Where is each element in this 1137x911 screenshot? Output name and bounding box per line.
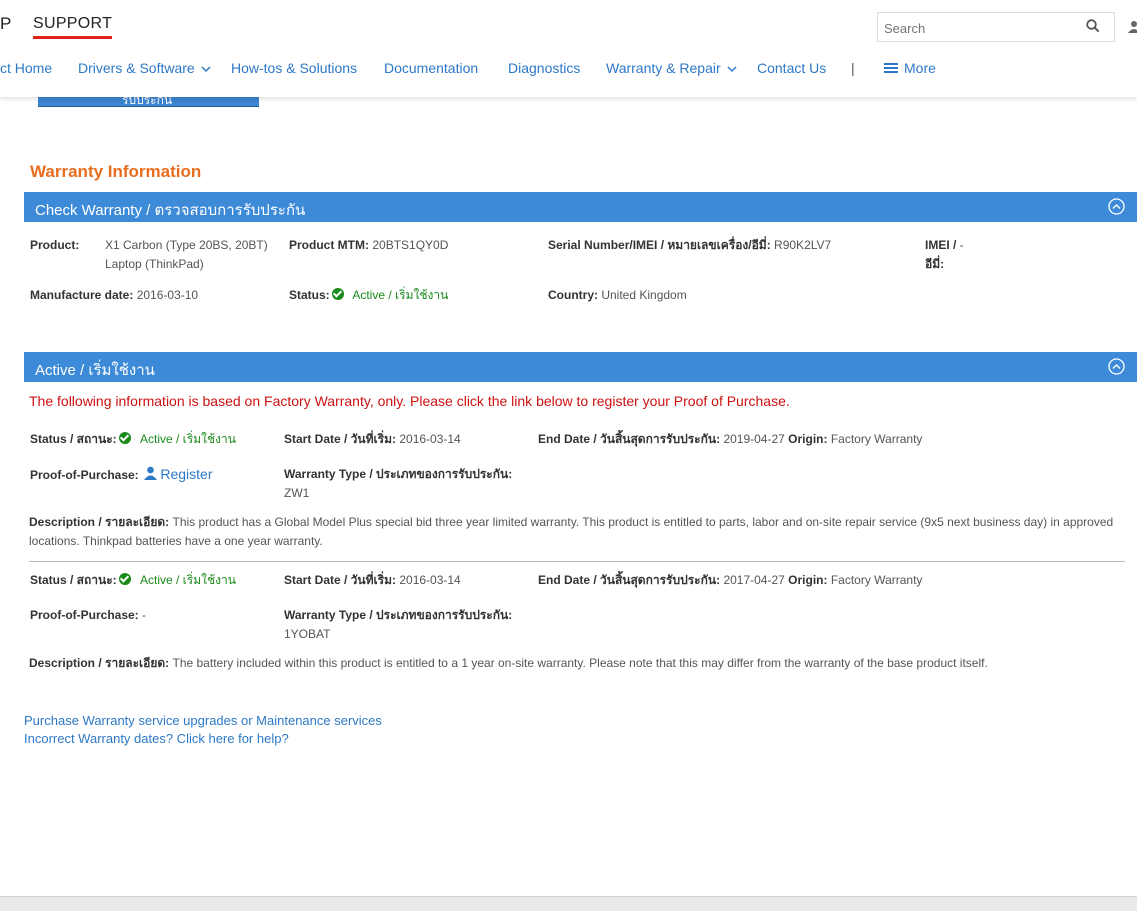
- footer-strip: [0, 896, 1137, 911]
- nav-label: Drivers & Software: [78, 60, 195, 76]
- register-link[interactable]: Register: [160, 466, 212, 482]
- site-header: P SUPPORT ct Home Drivers & Software How…: [0, 0, 1137, 97]
- nav-drivers-software[interactable]: Drivers & Software: [78, 60, 211, 76]
- status-badge: Active / เริ่มใช้งาน: [140, 432, 236, 446]
- nav-diagnostics[interactable]: Diagnostics: [508, 60, 580, 76]
- entry-end-date: End Date / วันสิ้นสุดการรับประกัน: 2019-…: [538, 432, 923, 446]
- check-warranty-bar[interactable]: Check Warranty / ตรวจสอบการรับประกัน: [24, 192, 1137, 222]
- chevron-down-icon: [726, 66, 737, 72]
- check-warranty-title: Check Warranty / ตรวจสอบการรับประกัน: [35, 202, 306, 219]
- product-mtm: Product MTM: 20BTS1QY0D: [289, 238, 449, 252]
- hamburger-icon: [884, 63, 898, 74]
- entry-divider: [29, 561, 1125, 562]
- nav-more[interactable]: More: [884, 60, 936, 76]
- serial-number: Serial Number/IMEI / หมายเลขเครื่อง/อีมี…: [548, 238, 832, 252]
- entry-start-date: Start Date / วันที่เริ่ม: 2016-03-14: [284, 573, 461, 587]
- entry-proof-of-purchase: Proof-of-Purchase: -: [30, 608, 147, 622]
- search-input[interactable]: [882, 17, 1076, 39]
- nav-howtos[interactable]: How-tos & Solutions: [231, 60, 357, 76]
- user-icon[interactable]: [144, 466, 158, 480]
- warranty-information-title: Warranty Information: [30, 162, 202, 181]
- search-icon[interactable]: [1086, 19, 1100, 38]
- support-title[interactable]: SUPPORT: [33, 15, 113, 39]
- status: Status: Active / เริ่มใช้งาน: [289, 288, 449, 302]
- collapse-icon[interactable]: [1108, 358, 1125, 380]
- active-bar[interactable]: Active / เริ่มใช้งาน: [24, 352, 1137, 382]
- active-title: Active / เริ่มใช้งาน: [35, 362, 155, 379]
- status-badge: Active / เริ่มใช้งาน: [140, 573, 236, 587]
- entry-status: Status / สถานะ: Active / เริ่มใช้งาน: [30, 573, 236, 587]
- check-circle-icon: [118, 432, 131, 444]
- brand-logo-fragment[interactable]: P: [0, 14, 11, 34]
- warranty-links: Purchase Warranty service upgrades or Ma…: [24, 712, 382, 748]
- entry-proof-of-purchase: Proof-of-Purchase: Register: [30, 466, 213, 482]
- product-value: X1 Carbon (Type 20BS, 20BT) Laptop (Thin…: [105, 236, 268, 274]
- product-value-line1: X1 Carbon (Type 20BS, 20BT): [105, 238, 268, 252]
- imei: IMEI / - อีมี่:: [925, 238, 964, 271]
- entry-status: Status / สถานะ: Active / เริ่มใช้งาน: [30, 432, 236, 446]
- nav-contact-us[interactable]: Contact Us: [757, 60, 826, 76]
- user-icon[interactable]: [1128, 20, 1137, 39]
- factory-warranty-notice: The following information is based on Fa…: [29, 393, 790, 409]
- check-circle-icon: [118, 573, 131, 585]
- search-box[interactable]: [877, 12, 1115, 42]
- chevron-down-icon: [201, 66, 211, 72]
- entry-end-date: End Date / วันสิ้นสุดการรับประกัน: 2017-…: [538, 573, 923, 587]
- entry-start-date: Start Date / วันที่เริ่ม: 2016-03-14: [284, 432, 461, 446]
- entry-warranty-type: Warranty Type / ประเภทของการรับประกัน: 1…: [284, 608, 513, 641]
- product-value-line2: Laptop (ThinkPad): [105, 257, 204, 271]
- status-badge: Active / เริ่มใช้งาน: [352, 288, 449, 302]
- entry-description: Description / รายละเอียด: This product h…: [29, 515, 1114, 548]
- collapse-icon[interactable]: [1108, 198, 1125, 220]
- product-label: Product:: [30, 238, 80, 252]
- manufacture-date: Manufacture date: 2016-03-10: [30, 288, 199, 302]
- entry-warranty-type: Warranty Type / ประเภทของการรับประกัน: Z…: [284, 467, 513, 500]
- country: Country: United Kingdom: [548, 288, 687, 302]
- incorrect-dates-link[interactable]: Incorrect Warranty dates? Click here for…: [24, 730, 382, 748]
- nav-product-home[interactable]: ct Home: [0, 60, 52, 76]
- check-circle-icon: [331, 288, 344, 300]
- purchase-upgrades-link[interactable]: Purchase Warranty service upgrades or Ma…: [24, 712, 382, 730]
- entry-description: Description / รายละเอียด: The battery in…: [29, 656, 988, 670]
- nav-label: Warranty & Repair: [606, 60, 721, 76]
- nav-label: More: [904, 60, 936, 76]
- nav-separator: |: [851, 60, 855, 76]
- nav-documentation[interactable]: Documentation: [384, 60, 478, 76]
- nav-warranty-repair[interactable]: Warranty & Repair: [606, 60, 737, 76]
